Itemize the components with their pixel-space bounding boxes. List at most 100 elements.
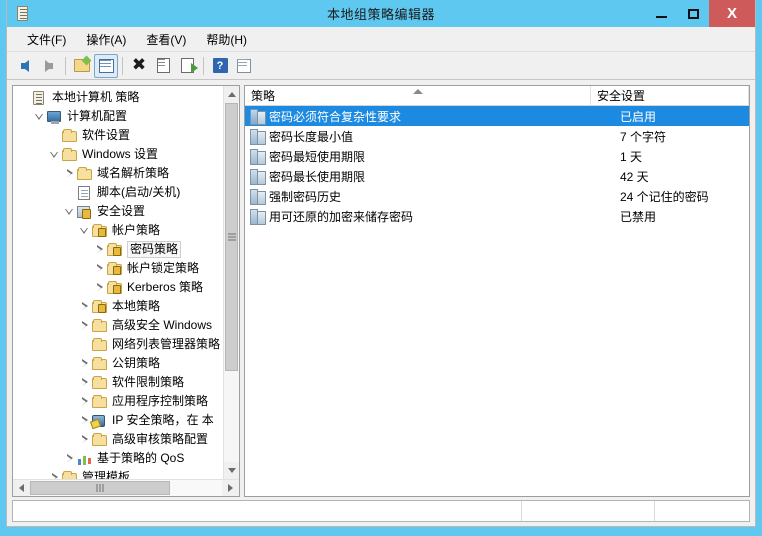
column-header-security-setting[interactable]: 安全设置 (591, 86, 749, 105)
status-cell-tertiary (655, 501, 749, 521)
menu-help[interactable]: 帮助(H) (196, 28, 257, 51)
minimize-icon (655, 16, 667, 18)
tree-item[interactable]: Kerberos 策略 (13, 278, 223, 297)
policy-document-icon (13, 4, 33, 24)
expand-collapse-chevron-down-icon[interactable] (77, 221, 91, 240)
tree-item[interactable]: 应用程序控制策略 (13, 392, 223, 411)
tree-hscroll-thumb[interactable] (30, 481, 170, 495)
view-button[interactable] (232, 54, 256, 78)
tree-scroll-thumb[interactable] (225, 103, 238, 371)
tree-item[interactable]: 本地计算机 策略 (13, 88, 223, 107)
tree-item[interactable]: 帐户锁定策略 (13, 259, 223, 278)
tree-item[interactable]: 网络列表管理器策略 (13, 335, 223, 354)
scroll-left-button[interactable] (13, 480, 30, 496)
forward-button[interactable] (37, 54, 61, 78)
tree-item[interactable]: 帐户策略 (13, 221, 223, 240)
export-list-button[interactable] (175, 54, 199, 78)
tree-scroll-track[interactable] (224, 103, 239, 462)
policy-list-pane: 策略 安全设置 密码必须符合复杂性要求 已启用 密码长度最小值 7 个字符 密码最短使用… (244, 85, 750, 497)
column-header-policy[interactable]: 策略 (245, 86, 591, 105)
properties-button[interactable] (151, 54, 175, 78)
expand-collapse-chevron-down-icon[interactable] (47, 145, 61, 164)
minimize-button[interactable] (645, 0, 677, 27)
tree-item[interactable]: 计算机配置 (13, 107, 223, 126)
expand-collapse-chevron-right-icon[interactable] (77, 373, 91, 392)
policy-row[interactable]: 密码最短使用期限 1 天 (245, 146, 749, 166)
tree-item[interactable]: 基于策略的 QoS (13, 449, 223, 468)
expand-collapse-chevron-right-icon[interactable] (92, 259, 106, 278)
security-settings-icon (76, 204, 94, 220)
tree-item[interactable]: 脚本(启动/关机) (13, 183, 223, 202)
tree-item-label: Kerberos 策略 (127, 280, 204, 294)
up-one-level-button[interactable] (70, 54, 94, 78)
expand-collapse-chevron-right-icon[interactable] (47, 468, 61, 479)
maximize-button[interactable] (677, 0, 709, 27)
expand-collapse-chevron-right-icon[interactable] (77, 392, 91, 411)
menu-action[interactable]: 操作(A) (76, 28, 136, 51)
chevron-right-icon (80, 397, 89, 406)
policy-row[interactable]: 用可还原的加密来储存密码 已禁用 (245, 206, 749, 226)
scroll-up-button[interactable] (224, 86, 239, 103)
menu-view[interactable]: 查看(V) (136, 28, 196, 51)
policy-list[interactable]: 密码必须符合复杂性要求 已启用 密码长度最小值 7 个字符 密码最短使用期限 1 天密码最… (245, 106, 749, 496)
close-button[interactable]: X (709, 0, 755, 27)
expand-collapse-chevron-right-icon[interactable] (92, 240, 106, 259)
policy-setting-icon (248, 148, 268, 165)
chevron-right-icon (65, 169, 74, 178)
expand-collapse-chevron-right-icon[interactable] (92, 278, 106, 297)
tree-item[interactable]: IP 安全策略，在 本 (13, 411, 223, 430)
expand-collapse-chevron-right-icon[interactable] (77, 297, 91, 316)
help-button[interactable]: ? (208, 54, 232, 78)
menu-file[interactable]: 文件(F) (17, 28, 76, 51)
tree-item-label: 软件设置 (82, 128, 131, 142)
tree-item-label: 密码策略 (127, 241, 182, 258)
expand-collapse-chevron-right-icon[interactable] (62, 449, 76, 468)
tree-item[interactable]: 高级审核策略配置 (13, 430, 223, 449)
policy-setting-icon (248, 188, 268, 205)
tree-item[interactable]: Windows 设置 (13, 145, 223, 164)
policy-setting-cell: 已禁用 (620, 209, 657, 224)
tree-item[interactable]: 软件限制策略 (13, 373, 223, 392)
tree-item[interactable]: 本地策略 (13, 297, 223, 316)
expand-collapse-chevron-right-icon[interactable] (77, 430, 91, 449)
tree-item-label: 软件限制策略 (112, 375, 185, 389)
policy-setting-icon (248, 128, 268, 145)
expand-collapse-chevron-right-icon[interactable] (77, 354, 91, 373)
show-hide-tree-icon (98, 58, 114, 73)
chevron-right-icon (65, 454, 74, 463)
chevron-right-icon (95, 264, 104, 273)
policy-name-cell: 强制密码历史 (269, 189, 342, 204)
expand-collapse-chevron-right-icon[interactable] (77, 316, 91, 335)
scroll-down-button[interactable] (224, 462, 239, 479)
show-hide-tree-button[interactable] (94, 53, 118, 78)
expand-collapse-chevron-right-icon[interactable] (62, 164, 76, 183)
tree-item[interactable]: 域名解析策略 (13, 164, 223, 183)
tree-hscroll-track[interactable] (30, 480, 222, 496)
chevron-right-icon (50, 473, 59, 479)
tree-item[interactable]: 安全设置 (13, 202, 223, 221)
policy-row[interactable]: 密码长度最小值 7 个字符 (245, 126, 749, 146)
local-group-policy-editor-window: 本地组策略编辑器 X 文件(F) 操作(A) 查看(V) 帮助(H) ✖ ? 本… (6, 0, 756, 527)
console-tree[interactable]: 本地计算机 策略 计算机配置软件设置 Windows 设置 域名解析策略 脚本(启动/关… (13, 86, 223, 479)
policy-row[interactable]: 密码必须符合复杂性要求 已启用 (245, 106, 749, 126)
chevron-right-icon (80, 302, 89, 311)
tree-item[interactable]: 软件设置 (13, 126, 223, 145)
tree-item[interactable]: 密码策略 (13, 240, 223, 259)
expand-collapse-chevron-down-icon[interactable] (32, 107, 46, 126)
delete-button[interactable]: ✖ (127, 54, 151, 78)
folder-icon (91, 432, 109, 448)
expand-collapse-chevron-down-icon[interactable] (62, 202, 76, 221)
tree-vertical-scrollbar[interactable] (223, 86, 239, 479)
back-button[interactable] (13, 54, 37, 78)
tree-horizontal-scrollbar[interactable] (13, 479, 239, 496)
tree-item[interactable]: 管理模板 (13, 468, 223, 479)
expand-collapse-chevron-right-icon[interactable] (77, 411, 91, 430)
policy-row[interactable]: 密码最长使用期限 42 天 (245, 166, 749, 186)
tree-item-label: 应用程序控制策略 (112, 394, 209, 408)
ipsec-icon (91, 413, 109, 429)
scroll-right-button[interactable] (222, 480, 239, 496)
tree-item[interactable]: 高级安全 Windows (13, 316, 223, 335)
policy-row[interactable]: 强制密码历史 24 个记住的密码 (245, 186, 749, 206)
tree-item[interactable]: 公钥策略 (13, 354, 223, 373)
